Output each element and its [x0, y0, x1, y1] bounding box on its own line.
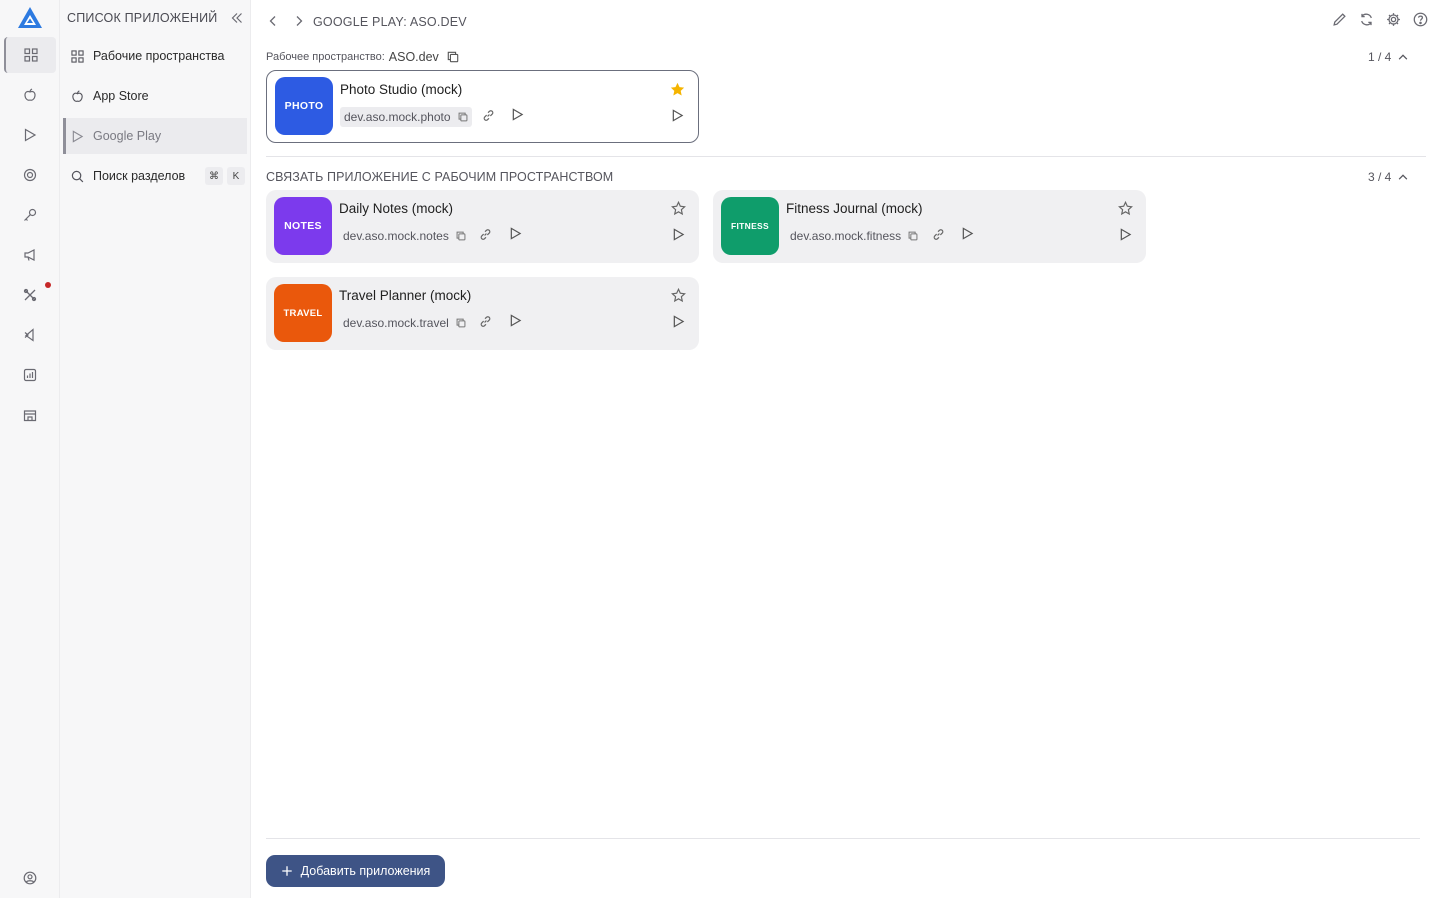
copy-icon[interactable] — [908, 231, 918, 241]
add-apps-label: Добавить приложения — [300, 864, 431, 878]
store-icon[interactable] — [4, 397, 56, 433]
footer-divider — [266, 838, 1420, 839]
plus-icon — [281, 865, 293, 877]
app-card-fitness-journal[interactable]: FITNESS Fitness Journal (mock) dev.aso.m… — [713, 190, 1146, 263]
section-divider — [266, 156, 1426, 157]
app-card-travel-planner[interactable]: TRAVEL Travel Planner (mock) dev.aso.moc… — [266, 277, 699, 350]
page-title: GOOGLE PLAY: ASO.DEV — [313, 15, 467, 29]
megaphone-icon[interactable] — [4, 237, 56, 273]
counter-text: 1 / 4 — [1368, 50, 1392, 64]
app-name: Travel Planner (mock) — [339, 288, 472, 303]
nav-item-label: Рабочие пространства — [93, 49, 225, 63]
edit-icon[interactable] — [1332, 12, 1347, 27]
workspace-counter[interactable]: 1 / 4 — [1368, 50, 1409, 64]
play-icon[interactable] — [671, 109, 684, 122]
nav-item-app-store[interactable]: App Store — [63, 78, 247, 114]
nav-panel: СПИСОК ПРИЛОЖЕНИЙ Рабочие пространства A… — [60, 0, 251, 898]
nav-item-workspaces[interactable]: Рабочие пространства — [63, 38, 247, 74]
search-icon — [71, 169, 85, 183]
counter-text: 3 / 4 — [1368, 170, 1392, 184]
play-icon[interactable] — [511, 108, 524, 121]
apple-icon — [71, 89, 85, 103]
workspace-label: Рабочее пространство: ASO.dev — [266, 50, 459, 64]
app-package: dev.aso.mock.fitness — [786, 226, 922, 246]
refresh-icon[interactable] — [1359, 12, 1374, 27]
app-package: dev.aso.mock.notes — [339, 226, 470, 246]
settings-icon[interactable] — [1386, 12, 1401, 27]
collapse-icon[interactable] — [230, 11, 244, 25]
copy-icon[interactable] — [447, 51, 459, 63]
nav-item-label: Google Play — [93, 129, 162, 143]
play-icon[interactable] — [961, 227, 974, 240]
play-icon[interactable] — [509, 314, 522, 327]
app-package: dev.aso.mock.photo — [340, 107, 472, 127]
app-card-daily-notes[interactable]: NOTES Daily Notes (mock) dev.aso.mock.no… — [266, 190, 699, 263]
link-section-counter[interactable]: 3 / 4 — [1368, 170, 1409, 184]
nav-item-search[interactable]: Поиск разделов ⌘ K — [63, 158, 247, 194]
forward-icon[interactable] — [292, 14, 306, 28]
package-text: dev.aso.mock.photo — [344, 110, 451, 124]
play-icon[interactable] — [1119, 228, 1132, 241]
key-icon[interactable] — [4, 197, 56, 233]
app-name: Photo Studio (mock) — [340, 82, 463, 97]
link-icon[interactable] — [479, 228, 492, 241]
user-icon[interactable] — [4, 860, 56, 896]
copy-icon[interactable] — [456, 318, 466, 328]
link-icon[interactable] — [479, 315, 492, 328]
vscode-icon[interactable] — [4, 317, 56, 353]
header-toolbar — [1332, 12, 1428, 27]
star-outline-icon[interactable] — [671, 288, 686, 303]
app-icon: PHOTO — [275, 77, 333, 135]
grid-icon[interactable] — [4, 37, 56, 73]
copy-icon[interactable] — [458, 112, 468, 122]
nav-header: СПИСОК ПРИЛОЖЕНИЙ — [67, 11, 218, 25]
app-icon: TRAVEL — [274, 284, 332, 342]
play-icon[interactable] — [509, 227, 522, 240]
grid-icon — [71, 49, 85, 63]
link-section-title: СВЯЗАТЬ ПРИЛОЖЕНИЕ С РАБОЧИМ ПРОСТРАНСТВ… — [266, 170, 614, 184]
copy-icon[interactable] — [456, 231, 466, 241]
help-icon[interactable] — [1413, 12, 1428, 27]
back-icon[interactable] — [266, 14, 280, 28]
nav-item-google-play[interactable]: Google Play — [63, 118, 247, 154]
apple-icon[interactable] — [4, 77, 56, 113]
chart-icon[interactable] — [4, 357, 56, 393]
chevron-up-icon[interactable] — [1397, 171, 1409, 183]
notification-dot — [45, 282, 51, 288]
link-icon[interactable] — [932, 228, 945, 241]
play-icon — [71, 129, 85, 143]
link-icon[interactable] — [482, 109, 495, 122]
nav-item-label: App Store — [93, 89, 149, 103]
package-text: dev.aso.mock.notes — [343, 229, 449, 243]
app-icon: FITNESS — [721, 197, 779, 255]
app-package: dev.aso.mock.travel — [339, 313, 470, 333]
shortcut-k-key: K — [227, 167, 245, 185]
play-icon[interactable] — [672, 315, 685, 328]
star-outline-icon[interactable] — [1118, 201, 1133, 216]
add-apps-button[interactable]: Добавить приложения — [266, 855, 445, 887]
play-icon[interactable] — [672, 228, 685, 241]
target-icon[interactable] — [4, 157, 56, 193]
workspace-name: ASO.dev — [388, 50, 439, 64]
package-text: dev.aso.mock.fitness — [790, 229, 902, 243]
nav-item-label: Поиск разделов — [93, 169, 186, 183]
workspace-label-text: Рабочее пространство: — [266, 51, 385, 63]
star-filled-icon[interactable] — [670, 82, 685, 97]
logo-icon[interactable] — [17, 6, 43, 30]
chevron-up-icon[interactable] — [1397, 51, 1409, 63]
package-text: dev.aso.mock.travel — [343, 316, 449, 330]
app-name: Fitness Journal (mock) — [786, 201, 923, 216]
app-card-photo-studio[interactable]: PHOTO Photo Studio (mock) dev.aso.mock.p… — [266, 70, 699, 143]
app-icon: NOTES — [274, 197, 332, 255]
shortcut-cmd-key: ⌘ — [205, 167, 223, 185]
star-outline-icon[interactable] — [671, 201, 686, 216]
play-icon[interactable] — [4, 117, 56, 153]
app-name: Daily Notes (mock) — [339, 201, 454, 216]
icon-rail — [0, 0, 60, 898]
